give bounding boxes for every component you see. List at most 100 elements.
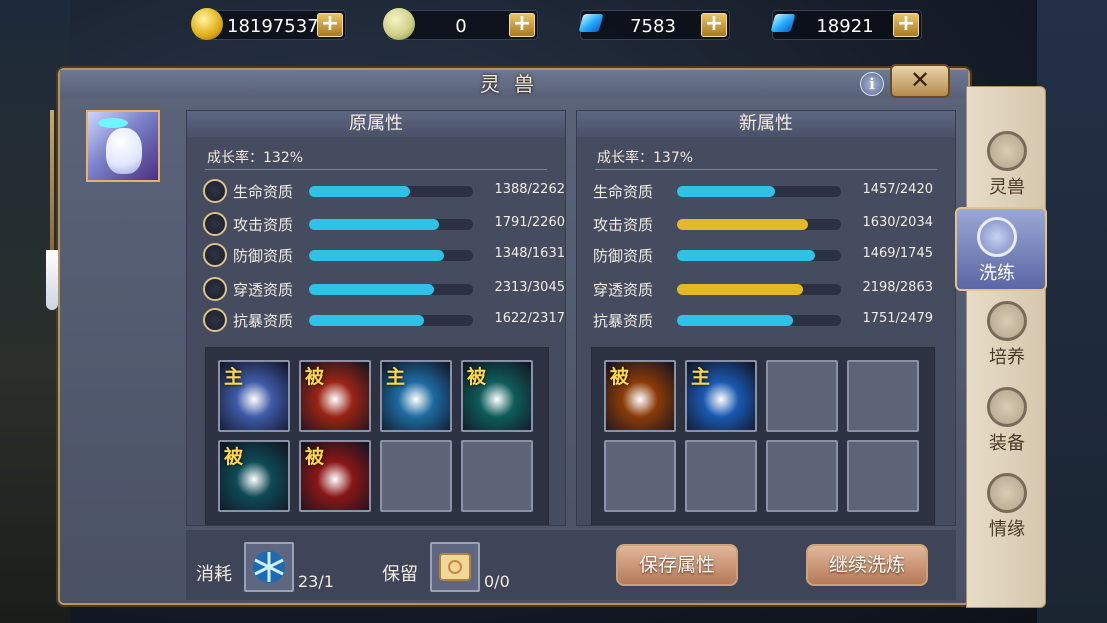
lock-toggle[interactable] (203, 212, 227, 236)
tab-label: 装备 (989, 433, 1025, 454)
scroll-item-icon[interactable] (430, 542, 480, 592)
empty-skill-slot[interactable] (847, 440, 919, 512)
empty-skill-slot[interactable] (380, 440, 452, 512)
new-stat-row: 抗暴资质 1751/2479 (593, 308, 953, 332)
stat-name: 抗暴资质 (593, 312, 654, 330)
diamond-amount: 18921 (816, 16, 874, 37)
stat-bar (677, 186, 841, 197)
stat-bar-fill (309, 315, 424, 326)
empty-skill-slot[interactable] (766, 440, 838, 512)
tab-label: 培养 (989, 347, 1025, 368)
jade-currency: 0 + (383, 8, 538, 40)
close-button[interactable]: ✕ (890, 64, 950, 98)
bond-icon (987, 473, 1027, 513)
stat-bar-fill (677, 219, 809, 230)
cultivate-icon (987, 301, 1027, 341)
refine-stone-icon[interactable] (244, 542, 294, 592)
tab-refine[interactable]: 洗练 (955, 207, 1047, 291)
stat-bar (677, 219, 841, 230)
add-jade-button[interactable]: + (509, 13, 535, 37)
new-stat-row: 生命资质 1457/2420 (593, 179, 953, 203)
stat-value: 2198/2863 (862, 280, 933, 295)
window-title: 灵兽 (480, 72, 548, 96)
stat-name: 生命资质 (233, 183, 294, 201)
beast-portrait[interactable] (86, 110, 160, 182)
add-diamond-button[interactable]: + (893, 13, 919, 37)
new-stat-row: 穿透资质 2198/2863 (593, 277, 953, 301)
lock-toggle[interactable] (203, 243, 227, 267)
add-crystal-button[interactable]: + (701, 13, 727, 37)
equipment-icon (987, 387, 1027, 427)
consume-count: 23/1 (298, 572, 334, 591)
refine-icon (977, 217, 1017, 257)
original-stat-row: 防御资质 1348/1631 (203, 243, 565, 267)
empty-skill-slot[interactable] (766, 360, 838, 432)
lock-toggle[interactable] (203, 308, 227, 332)
ornament-chain (50, 110, 54, 250)
stat-value: 1388/2262 (494, 182, 565, 197)
stat-value: 1622/2317 (494, 311, 565, 326)
skill-type-tag: 被 (224, 446, 244, 468)
scroll-icon (439, 553, 471, 581)
keep-count: 0/0 (484, 572, 510, 591)
original-attributes-panel: 原属性 成长率：132% 生命资质 1388/2262 攻击资质 1791/2260 防… (186, 110, 566, 526)
lock-toggle[interactable] (203, 277, 227, 301)
skill-type-tag: 主 (691, 366, 711, 388)
info-button[interactable]: i (860, 72, 884, 96)
hanging-ornament (46, 110, 58, 320)
stat-name: 防御资质 (593, 247, 654, 265)
new-stat-row: 防御资质 1469/1745 (593, 243, 953, 267)
gold-amount: 18197537 (227, 16, 319, 37)
blue-crystal-icon (575, 8, 607, 40)
stat-value: 2313/3045 (494, 280, 565, 295)
original-growth-rate: 成长率：132% (207, 150, 304, 166)
skill-type-tag: 被 (305, 446, 325, 468)
crystal-amount: 7583 (630, 16, 676, 37)
tab-equipment[interactable]: 装备 (967, 379, 1047, 463)
ice-crystal-skill-icon[interactable]: 主 (380, 360, 452, 432)
stat-bar (309, 250, 473, 261)
paw-print-skill-icon[interactable]: 被 (604, 360, 676, 432)
new-stat-row: 攻击资质 1630/2034 (593, 212, 953, 236)
stat-name: 攻击资质 (233, 216, 294, 234)
lock-toggle[interactable] (203, 179, 227, 203)
spiral-shield-skill-icon[interactable]: 被 (218, 440, 290, 512)
empty-skill-slot[interactable] (604, 440, 676, 512)
tab-cultivate[interactable]: 培养 (967, 293, 1047, 377)
crystal-currency: 7583 + (580, 10, 730, 40)
skill-type-tag: 主 (224, 366, 244, 388)
teal-shield-skill-icon[interactable]: 被 (461, 360, 533, 432)
divider (595, 169, 937, 170)
tab-bond[interactable]: 情缘 (967, 465, 1047, 549)
gold-currency: 18197537 + (191, 8, 346, 40)
save-attributes-button[interactable]: 保存属性 (616, 544, 738, 586)
stat-bar-fill (309, 186, 410, 197)
empty-skill-slot[interactable] (461, 440, 533, 512)
gold-coin-icon (191, 8, 223, 40)
bottom-bar: 消耗 23/1 保留 0/0 保存属性 继续洗炼 (186, 530, 956, 600)
original-stat-row: 攻击资质 1791/2260 (203, 212, 565, 236)
stat-bar-fill (309, 250, 445, 261)
portrait-horn (98, 118, 128, 128)
continue-refine-button[interactable]: 继续洗炼 (806, 544, 928, 586)
stat-bar (309, 186, 473, 197)
empty-skill-slot[interactable] (847, 360, 919, 432)
stat-bar-fill (677, 186, 776, 197)
ornament-tassel (46, 250, 58, 310)
tab-spirit-beast[interactable]: 灵兽 (967, 123, 1047, 207)
light-burst-skill-icon[interactable]: 主 (218, 360, 290, 432)
stat-bar-fill (677, 284, 804, 295)
red-crystal-skill-icon[interactable]: 被 (299, 440, 371, 512)
jade-amount: 0 (455, 16, 467, 37)
new-skills-grid: 被主 (591, 347, 935, 525)
add-gold-button[interactable]: + (317, 13, 343, 37)
fire-warrior-skill-icon[interactable]: 被 (299, 360, 371, 432)
new-growth-rate: 成长率：137% (597, 150, 694, 166)
empty-skill-slot[interactable] (685, 440, 757, 512)
stat-name: 生命资质 (593, 183, 654, 201)
keep-label: 保留 (382, 564, 418, 585)
tab-label: 情缘 (989, 519, 1025, 540)
blue-vortex-skill-icon[interactable]: 主 (685, 360, 757, 432)
spirit-beast-window: 灵兽 i ✕ 原属性 成长率：132% 生命资质 1388/2262 攻击资质 179… (46, 64, 970, 605)
original-stat-row: 穿透资质 2313/3045 (203, 277, 565, 301)
